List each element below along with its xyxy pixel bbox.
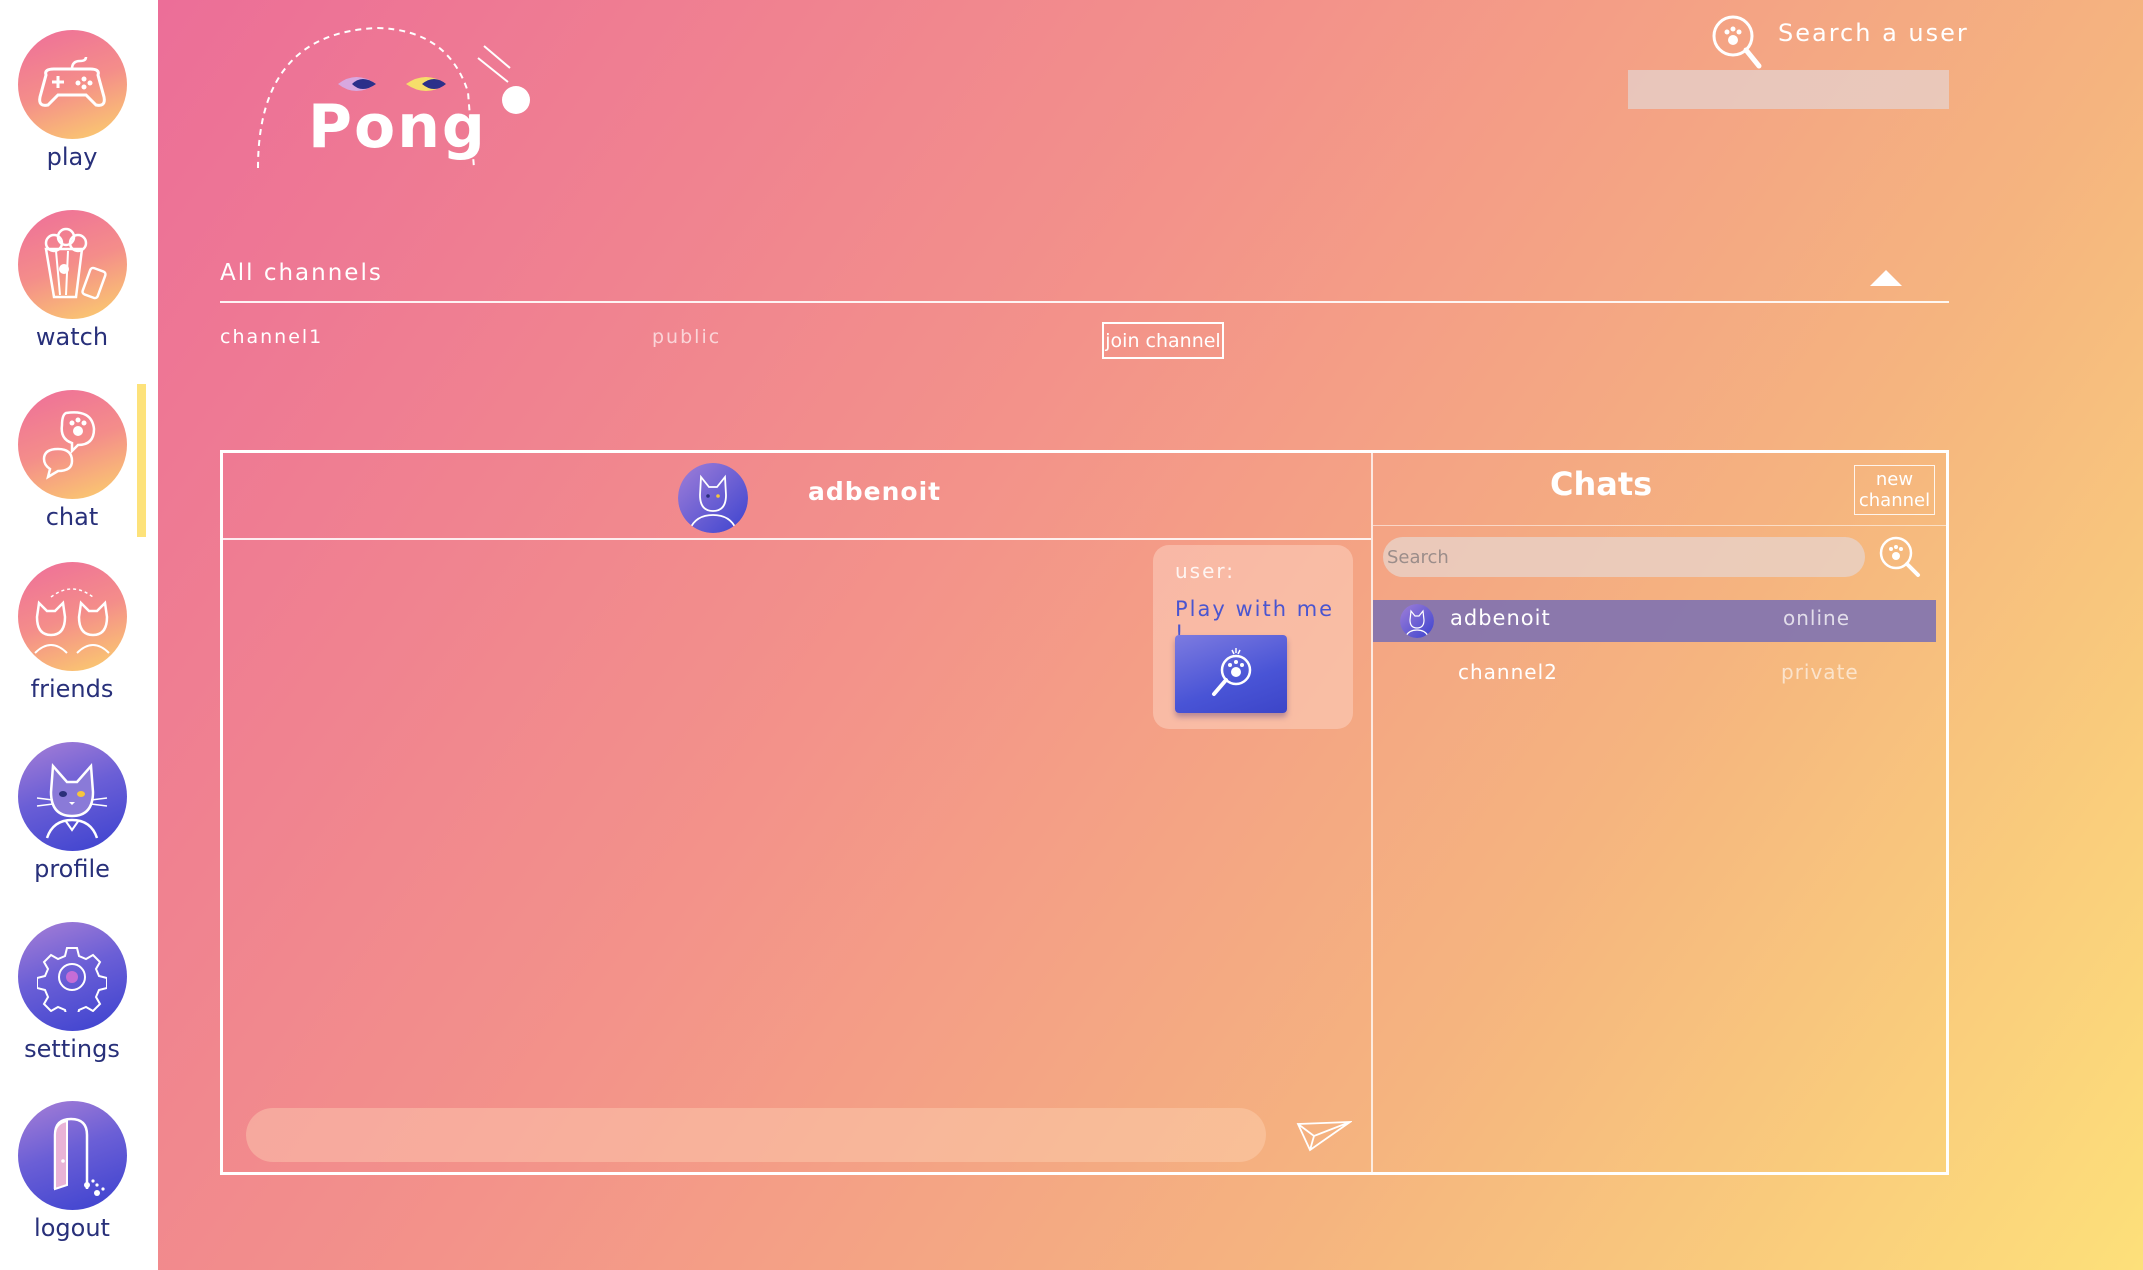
join-channel-button[interactable]: join channel bbox=[1102, 322, 1224, 359]
main-area: Pong Search a user All channels channel1… bbox=[158, 0, 2143, 1270]
chat-name: adbenoit bbox=[1450, 606, 1551, 630]
divider bbox=[1371, 453, 1373, 1172]
logo-text: Pong bbox=[308, 92, 487, 162]
nav-label: chat bbox=[45, 503, 99, 531]
popcorn-icon[interactable] bbox=[17, 210, 127, 319]
chat-status: private bbox=[1781, 660, 1859, 684]
message-sender: user: bbox=[1175, 559, 1236, 583]
message-bubble: user: Play with me ! bbox=[1153, 545, 1353, 729]
collapse-arrow-icon[interactable] bbox=[1870, 270, 1902, 286]
avatar bbox=[1400, 604, 1434, 638]
nav-label: settings bbox=[24, 1035, 120, 1063]
nav-watch[interactable]: watch bbox=[0, 210, 144, 351]
divider bbox=[223, 538, 1371, 540]
message-input[interactable] bbox=[246, 1108, 1266, 1162]
play-invite-button[interactable] bbox=[1175, 635, 1287, 713]
ping-pong-paddle-icon bbox=[1212, 648, 1252, 696]
chat-name: channel2 bbox=[1458, 660, 1558, 684]
nav-label: watch bbox=[35, 323, 109, 351]
conversation-username: adbenoit bbox=[808, 477, 942, 506]
send-icon[interactable] bbox=[1296, 1118, 1352, 1152]
new-channel-button[interactable]: new channel bbox=[1854, 465, 1935, 515]
gamepad-icon[interactable] bbox=[17, 30, 127, 139]
search-user-input[interactable] bbox=[1628, 70, 1949, 109]
all-channels-title: All channels bbox=[220, 260, 383, 286]
nav-label: profile bbox=[34, 855, 110, 883]
gear-icon[interactable] bbox=[17, 922, 127, 1031]
chat-panel: adbenoit user: Play with me ! Chats new … bbox=[220, 450, 1949, 1175]
chat-status: online bbox=[1783, 606, 1851, 630]
nav-friends[interactable]: friends bbox=[0, 562, 144, 703]
chat-list-item[interactable]: adbenoit online bbox=[1373, 600, 1936, 642]
nav-label: play bbox=[46, 143, 98, 171]
chat-bubbles-icon[interactable] bbox=[17, 390, 127, 499]
chats-title: Chats bbox=[1550, 465, 1653, 503]
avatar[interactable] bbox=[678, 463, 748, 533]
chats-search-input[interactable] bbox=[1383, 537, 1865, 577]
channel-name: channel1 bbox=[220, 326, 324, 348]
cat-avatar-icon[interactable] bbox=[17, 742, 127, 851]
divider bbox=[220, 301, 1949, 303]
chat-list-item[interactable]: channel2 private bbox=[1373, 650, 1936, 692]
divider bbox=[1373, 525, 1946, 526]
nav-label: friends bbox=[30, 675, 114, 703]
nav-play[interactable]: play bbox=[0, 30, 144, 171]
nav-chat[interactable]: chat bbox=[0, 390, 144, 531]
search-user-label: Search a user bbox=[1778, 19, 1969, 47]
nav-logout[interactable]: logout bbox=[0, 1101, 144, 1242]
paw-search-icon[interactable] bbox=[1711, 14, 1763, 70]
paw-search-icon[interactable] bbox=[1878, 535, 1922, 579]
sidebar: play watch chat friends profile settings… bbox=[0, 0, 158, 1270]
cats-icon[interactable] bbox=[17, 562, 127, 671]
channel-type: public bbox=[652, 326, 722, 348]
nav-settings[interactable]: settings bbox=[0, 922, 144, 1063]
nav-label: logout bbox=[34, 1214, 110, 1242]
door-icon[interactable] bbox=[17, 1101, 127, 1210]
nav-profile[interactable]: profile bbox=[0, 742, 144, 883]
